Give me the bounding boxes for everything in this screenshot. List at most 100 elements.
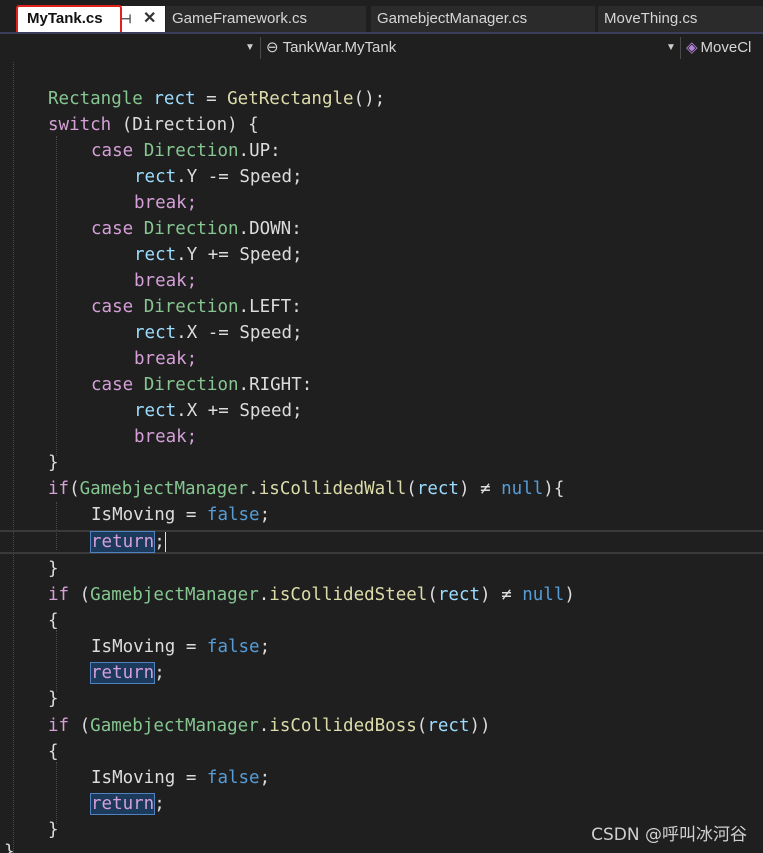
token: null bbox=[501, 479, 544, 499]
chevron-down-icon[interactable]: ▼ bbox=[666, 37, 676, 59]
token: rect bbox=[153, 89, 196, 109]
token: rect bbox=[134, 245, 177, 265]
token: case bbox=[91, 141, 134, 161]
token: )) bbox=[469, 716, 491, 736]
token: .RIGHT: bbox=[238, 375, 313, 395]
close-icon[interactable]: ✕ bbox=[143, 6, 156, 32]
token: if bbox=[48, 479, 70, 499]
token: isCollidedSteel bbox=[269, 585, 428, 605]
tab-label: GamebjectManager.cs bbox=[377, 10, 528, 27]
token: GetRectangle bbox=[227, 89, 354, 109]
token: return bbox=[89, 793, 156, 815]
token: .X += Speed; bbox=[176, 401, 303, 421]
token: ; bbox=[154, 532, 165, 552]
code-line: rect.X += Speed; bbox=[134, 398, 303, 424]
token: Direction bbox=[143, 375, 239, 395]
token: = bbox=[175, 505, 207, 525]
indent-guide bbox=[56, 136, 57, 456]
token: if bbox=[48, 585, 70, 605]
token: ; bbox=[154, 663, 165, 683]
token: ; bbox=[259, 505, 271, 525]
token: IsMoving bbox=[91, 505, 176, 525]
token: rect bbox=[416, 479, 459, 499]
class-icon: ⊖ bbox=[266, 39, 279, 56]
token: (); bbox=[353, 89, 386, 109]
token: return bbox=[89, 662, 156, 684]
code-line: } bbox=[48, 820, 59, 840]
tab-gamebjectmanager[interactable]: GamebjectManager.cs bbox=[371, 6, 595, 32]
token: ( bbox=[416, 716, 428, 736]
chevron-down-icon[interactable]: ▼ bbox=[245, 37, 255, 59]
token: ( bbox=[69, 585, 91, 605]
code-line: } bbox=[48, 559, 59, 579]
token: false bbox=[206, 505, 260, 525]
token: ( bbox=[427, 585, 438, 605]
token: . bbox=[258, 585, 270, 605]
indent-guide bbox=[56, 630, 57, 692]
divider bbox=[680, 37, 681, 59]
member-value: MoveCl bbox=[700, 39, 752, 56]
token: Rectangle bbox=[48, 89, 143, 109]
token: rect bbox=[437, 585, 481, 605]
token: GamebjectManager bbox=[90, 716, 259, 736]
token: .Y -= Speed; bbox=[176, 167, 303, 187]
code-line: return; bbox=[89, 660, 165, 686]
code-line: return; bbox=[89, 529, 166, 555]
code-line: break; bbox=[134, 427, 198, 447]
tab-label: MoveThing.cs bbox=[604, 10, 698, 27]
token: .DOWN: bbox=[238, 219, 302, 239]
token: IsMoving bbox=[91, 768, 176, 788]
token: null bbox=[522, 585, 565, 605]
token: ( bbox=[69, 716, 91, 736]
code-line: break; bbox=[134, 349, 198, 369]
token: rect bbox=[134, 167, 177, 187]
code-line: IsMoving = false; bbox=[91, 765, 270, 791]
token: Direction bbox=[143, 297, 239, 317]
token: .LEFT: bbox=[238, 297, 302, 317]
token: isCollidedWall bbox=[258, 479, 407, 499]
token: case bbox=[91, 375, 134, 395]
code-editor[interactable]: Rectangle rect = GetRectangle(); switch … bbox=[0, 62, 763, 853]
divider bbox=[260, 37, 261, 59]
token: rect bbox=[134, 401, 177, 421]
tab-movething[interactable]: MoveThing.cs bbox=[598, 6, 763, 32]
indent-guide bbox=[56, 762, 57, 824]
token: IsMoving bbox=[91, 637, 176, 657]
code-line: switch (Direction) { bbox=[48, 112, 259, 138]
code-line: if (GamebjectManager.isCollidedSteel(rec… bbox=[48, 582, 575, 608]
namespace-dropdown[interactable] bbox=[0, 37, 255, 59]
token: ) ≠ bbox=[458, 479, 502, 499]
token: ) ≠ bbox=[480, 585, 523, 605]
token: GamebjectManager bbox=[90, 585, 259, 605]
token: (Direction) { bbox=[111, 115, 259, 135]
class-value: TankWar.MyTank bbox=[282, 39, 397, 56]
code-line: rect.Y += Speed; bbox=[134, 242, 303, 268]
token: ( bbox=[69, 479, 80, 499]
text-caret bbox=[164, 532, 166, 552]
code-line: break; bbox=[134, 193, 198, 213]
code-line: rect.X -= Speed; bbox=[134, 320, 303, 346]
token: .UP: bbox=[238, 141, 281, 161]
code-line: rect.Y -= Speed; bbox=[134, 164, 303, 190]
token: . bbox=[248, 479, 259, 499]
watermark: CSDN @呼叫冰河谷 bbox=[591, 825, 747, 845]
token: ; bbox=[154, 794, 165, 814]
code-line: case Direction.UP: bbox=[91, 138, 281, 164]
tab-gameframework[interactable]: GameFramework.cs bbox=[166, 6, 366, 32]
token: Direction bbox=[143, 219, 239, 239]
code-line: break; bbox=[134, 271, 198, 291]
token: Direction bbox=[143, 141, 239, 161]
token: ) bbox=[564, 585, 575, 605]
code-line: { bbox=[48, 742, 59, 762]
code-line: } bbox=[4, 842, 15, 853]
code-line: case Direction.RIGHT: bbox=[91, 372, 312, 398]
token: false bbox=[206, 768, 260, 788]
member-dropdown[interactable]: ◈ MoveCl bbox=[686, 37, 763, 59]
token: = bbox=[175, 768, 207, 788]
token: rect bbox=[134, 323, 177, 343]
pin-icon[interactable]: ⊣ bbox=[121, 6, 131, 32]
token: .Y += Speed; bbox=[176, 245, 303, 265]
token: if bbox=[48, 716, 70, 736]
code-line: Rectangle rect = GetRectangle(); bbox=[48, 86, 385, 112]
class-dropdown[interactable]: ⊖ TankWar.MyTank bbox=[266, 37, 676, 59]
